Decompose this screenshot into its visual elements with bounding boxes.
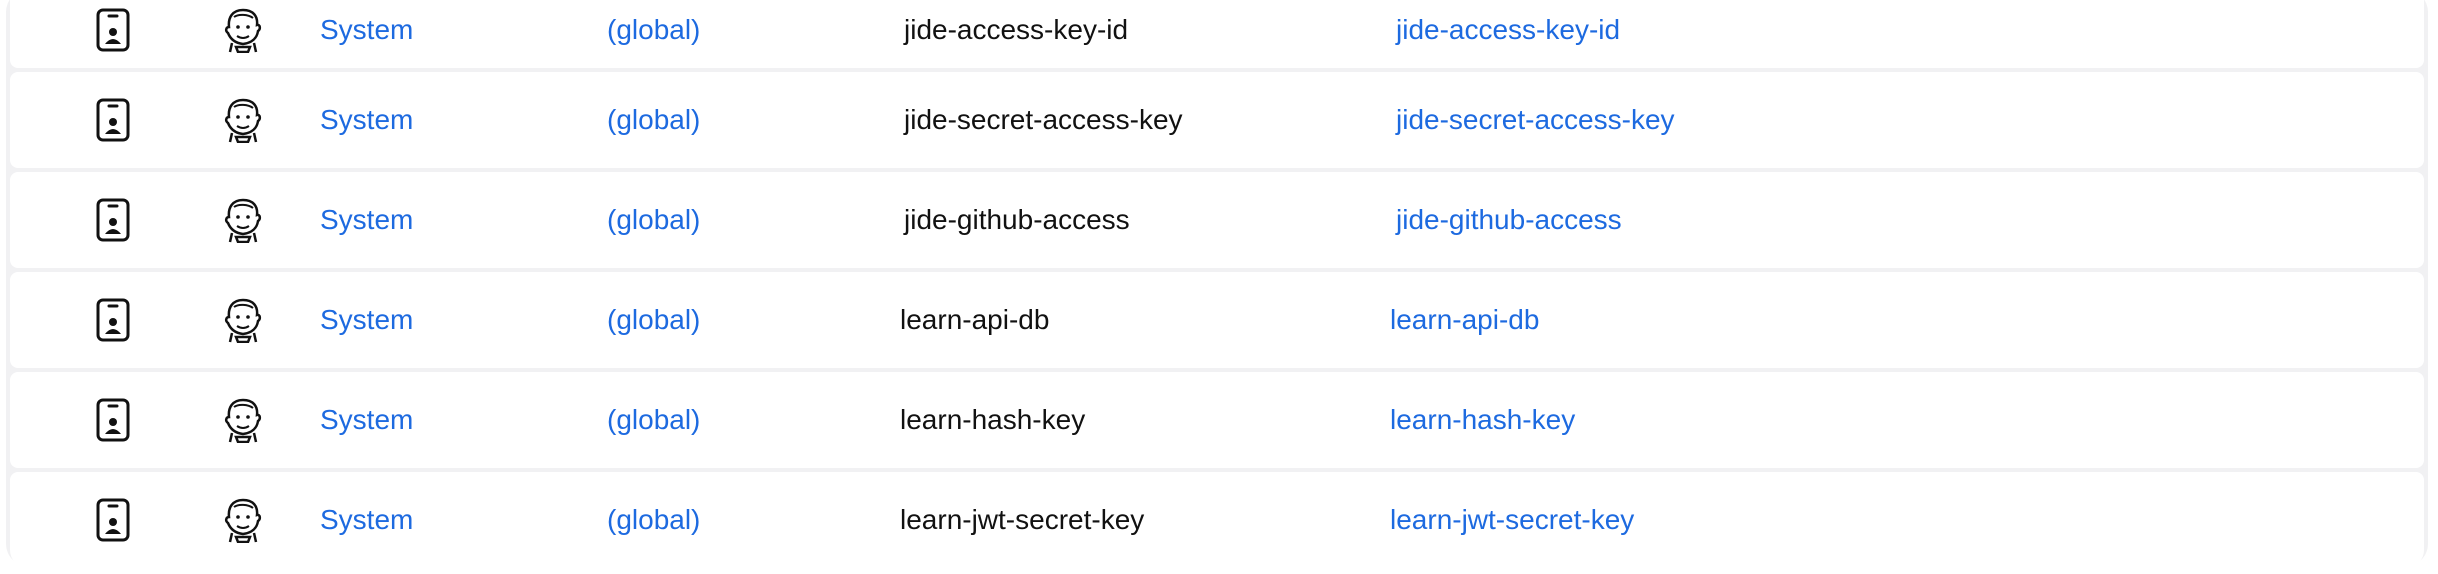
jenkins-icon <box>220 497 266 543</box>
domain-link[interactable]: (global) <box>607 403 700 437</box>
jenkins-icon <box>220 397 266 443</box>
credential-name-link[interactable]: jide-access-key-id <box>1396 13 1620 47</box>
jenkins-icon <box>220 7 266 53</box>
jenkins-icon <box>220 197 266 243</box>
credential-name-link[interactable]: jide-github-access <box>1396 203 1622 237</box>
mobile-credential-icon <box>96 398 130 442</box>
mobile-credential-icon <box>96 198 130 242</box>
credential-id: jide-access-key-id <box>904 14 1129 45</box>
store-link[interactable]: System <box>320 103 413 137</box>
credential-name-link[interactable]: learn-jwt-secret-key <box>1390 503 1634 537</box>
mobile-credential-icon <box>96 498 130 542</box>
table-row: System (global) jide-secret-access-key j… <box>10 72 2424 168</box>
credential-id: jide-secret-access-key <box>904 104 1183 135</box>
domain-link[interactable]: (global) <box>607 503 700 537</box>
store-link[interactable]: System <box>320 503 413 537</box>
credential-name-link[interactable]: learn-api-db <box>1390 303 1539 337</box>
credential-name-link[interactable]: learn-hash-key <box>1390 403 1575 437</box>
credential-name-link[interactable]: jide-secret-access-key <box>1396 103 1675 137</box>
credential-id: learn-api-db <box>900 304 1050 335</box>
credentials-table: System (global) jide-access-key-id jide-… <box>6 0 2428 568</box>
table-row: System (global) learn-jwt-secret-key lea… <box>10 472 2424 568</box>
table-row: System (global) jide-access-key-id jide-… <box>10 0 2424 68</box>
jenkins-icon <box>220 297 266 343</box>
table-row: System (global) learn-api-db learn-api-d… <box>10 272 2424 368</box>
jenkins-icon <box>220 97 266 143</box>
store-link[interactable]: System <box>320 203 413 237</box>
table-row: System (global) jide-github-access jide-… <box>10 172 2424 268</box>
store-link[interactable]: System <box>320 13 413 47</box>
domain-link[interactable]: (global) <box>607 103 700 137</box>
domain-link[interactable]: (global) <box>607 203 700 237</box>
domain-link[interactable]: (global) <box>607 303 700 337</box>
mobile-credential-icon <box>96 98 130 142</box>
mobile-credential-icon <box>96 298 130 342</box>
credential-id: jide-github-access <box>904 204 1130 235</box>
domain-link[interactable]: (global) <box>607 13 700 47</box>
store-link[interactable]: System <box>320 403 413 437</box>
mobile-credential-icon <box>96 8 130 52</box>
credential-id: learn-jwt-secret-key <box>900 504 1145 535</box>
table-row: System (global) learn-hash-key learn-has… <box>10 372 2424 468</box>
store-link[interactable]: System <box>320 303 413 337</box>
credential-id: learn-hash-key <box>900 404 1086 435</box>
